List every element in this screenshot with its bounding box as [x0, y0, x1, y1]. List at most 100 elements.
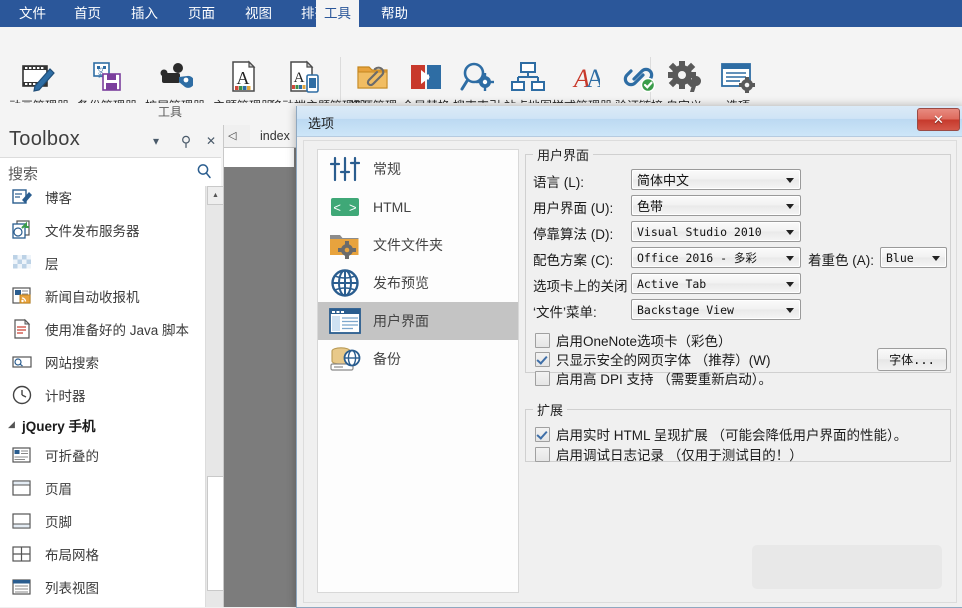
globe-icon — [327, 267, 363, 299]
list-item[interactable]: 网站搜索 — [0, 345, 205, 378]
layer-icon — [10, 251, 34, 275]
list-item-label: 博客 — [45, 190, 72, 206]
ribbon-tab-file[interactable]: 文件 — [8, 0, 57, 27]
search-icon[interactable] — [196, 163, 213, 183]
checkbox-label: 启用高 DPI 支持 （需要重新启动）。 — [556, 372, 773, 387]
search-gear-icon — [451, 58, 503, 96]
ribbon-tab-bar: 文件 首页 插入 页面 视图 排列 工具 帮助 — [0, 0, 962, 27]
dialog-title: 选项 — [308, 116, 335, 131]
ribbon-tab-help[interactable]: 帮助 — [370, 0, 419, 27]
nav-item-publish-preview[interactable]: 发布预览 — [318, 264, 518, 302]
collapsible-icon — [10, 443, 34, 467]
field-label-tab-close: 选项卡上的关闭 — [533, 275, 628, 295]
language-select[interactable]: 简体中文 — [631, 169, 801, 190]
dock-algorithm-select[interactable]: Visual Studio 2010 — [631, 221, 801, 242]
dialog-nav-list[interactable]: 常规 < > HTML 文件文件夹 发布预览 用户界面 备份 — [317, 149, 519, 593]
checkbox-label: 启用调试日志记录 （仅用于测试目的！） — [556, 448, 803, 463]
document-tab-index[interactable]: index — [250, 125, 301, 147]
file-menu-select[interactable]: Backstage View — [631, 299, 801, 320]
ribbon-tab-tools[interactable]: 工具 — [316, 0, 359, 27]
dialog-title-bar[interactable]: 选项 ✕ — [297, 106, 962, 137]
field-label-language: 语言 (L): — [533, 171, 584, 191]
checkbox-label: 只显示安全的网页字体 （推荐）(W) — [556, 353, 771, 368]
checkbox-high-dpi[interactable] — [535, 370, 550, 386]
svg-text:A: A — [294, 70, 305, 86]
sliders-icon — [327, 153, 363, 185]
list-item[interactable]: 布局网格 — [0, 537, 205, 570]
list-item-label: 页眉 — [45, 481, 72, 497]
nav-item-user-interface[interactable]: 用户界面 — [318, 302, 518, 340]
nav-item-general[interactable]: 常规 — [318, 150, 518, 188]
list-view-icon — [10, 575, 34, 599]
list-item[interactable]: 使用准备好的 Java 脚本 — [0, 312, 205, 345]
svg-text:A: A — [237, 68, 250, 88]
chevron-down-icon — [786, 255, 794, 261]
list-item[interactable]: 页脚 — [0, 504, 205, 537]
list-group-jquery-mobile[interactable]: ◢ jQuery 手机 — [0, 411, 205, 438]
tab-scroll-left-icon[interactable]: ◁ — [228, 129, 236, 142]
checkbox-debug-logging[interactable] — [535, 446, 550, 462]
list-item[interactable]: 可折叠的 — [0, 438, 205, 471]
nav-item-files-folders[interactable]: 文件文件夹 — [318, 226, 518, 264]
checkbox-onenote-tabs-row[interactable]: 启用OneNote选项卡（彩色） — [535, 330, 732, 350]
pin-icon[interactable]: ⚲ — [178, 133, 194, 149]
list-item[interactable]: 列表视图 — [0, 570, 205, 603]
timer-clock-icon — [10, 383, 34, 407]
chevron-down-icon — [786, 203, 794, 209]
ribbon-tab-home[interactable]: 首页 — [63, 0, 112, 27]
checkbox-onenote-tabs[interactable] — [535, 332, 550, 348]
search-input[interactable]: 搜索 — [8, 163, 38, 184]
film-pencil-icon — [8, 58, 70, 96]
nav-item-backup[interactable]: 备份 — [318, 340, 518, 378]
list-item-label: 文件发布服务器 — [45, 223, 140, 239]
close-icon[interactable]: ✕ — [203, 133, 219, 149]
sitemap-icon — [502, 58, 554, 96]
nav-item-html[interactable]: < > HTML — [318, 188, 518, 226]
field-label-ui-mode: 用户界面 (U): — [533, 197, 613, 217]
chevron-down-icon[interactable]: ▾ — [148, 133, 164, 149]
ribbon-tab-insert[interactable]: 插入 — [120, 0, 169, 27]
list-item[interactable]: 层 — [0, 246, 205, 279]
checkbox-websafe-fonts-row[interactable]: 只显示安全的网页字体 （推荐）(W) — [535, 349, 770, 369]
scrollbar-thumb[interactable] — [207, 476, 224, 591]
document-ruler-strip — [224, 148, 294, 167]
scroll-up-icon[interactable]: ▲ — [207, 186, 224, 205]
list-item[interactable]: 新闻自动收报机 — [0, 279, 205, 312]
color-scheme-select[interactable]: Office 2016 - 多彩 — [631, 247, 801, 268]
accent-color-select[interactable]: Blue — [880, 247, 947, 268]
checkbox-high-dpi-row[interactable]: 启用高 DPI 支持 （需要重新启动）。 — [535, 368, 772, 388]
list-item[interactable]: 面板 — [0, 603, 205, 607]
select-value: 色带 — [637, 199, 664, 214]
file-publish-server-icon — [10, 218, 34, 242]
list-item[interactable]: 页眉 — [0, 471, 205, 504]
application-window: 文件 首页 插入 页面 视图 排列 工具 帮助 动画管理器 — [0, 0, 962, 608]
font-button[interactable]: 字体... — [877, 348, 947, 371]
ribbon-tab-view[interactable]: 视图 — [234, 0, 283, 27]
site-search-icon — [10, 350, 34, 374]
dialog-button-area[interactable] — [752, 545, 942, 589]
theme-letter-a-icon: A — [212, 58, 274, 96]
toolbox-item-list[interactable]: 博客 文件发布服务器 层 新闻自动收报机 使用准备好的 Java 脚本 网站搜索… — [0, 186, 205, 607]
ui-mode-select[interactable]: 色带 — [631, 195, 801, 216]
extension-wrench-icon — [144, 58, 206, 96]
checkbox-websafe-fonts[interactable] — [535, 351, 550, 367]
list-item[interactable]: 计时器 — [0, 378, 205, 411]
ribbon-tab-page[interactable]: 页面 — [177, 0, 226, 27]
checkbox-live-html-row[interactable]: 启用实时 HTML 呈现扩展 （可能会降低用户界面的性能）。 — [535, 424, 907, 444]
options-window-icon — [712, 58, 764, 96]
collapse-caret-icon[interactable]: ◢ — [8, 419, 20, 430]
checkbox-debug-logging-row[interactable]: 启用调试日志记录 （仅用于测试目的！） — [535, 444, 803, 464]
dialog-close-button[interactable]: ✕ — [917, 108, 960, 131]
news-ticker-icon — [10, 284, 34, 308]
list-item[interactable]: 文件发布服务器 — [0, 213, 205, 246]
html-code-icon: < > — [327, 191, 363, 223]
tab-close-select[interactable]: Active Tab — [631, 273, 801, 294]
list-item[interactable]: 博客 — [0, 186, 205, 213]
toolbox-scrollbar[interactable]: ▲ — [205, 186, 224, 607]
toolbox-search-box[interactable]: 搜索 — [0, 157, 221, 187]
java-script-doc-icon — [10, 317, 34, 341]
blog-pencil-icon — [10, 186, 34, 209]
checkbox-live-html-rendering[interactable] — [535, 426, 550, 442]
nav-item-label: 发布预览 — [373, 275, 429, 291]
field-label: ‘文件’菜单: — [533, 305, 597, 320]
